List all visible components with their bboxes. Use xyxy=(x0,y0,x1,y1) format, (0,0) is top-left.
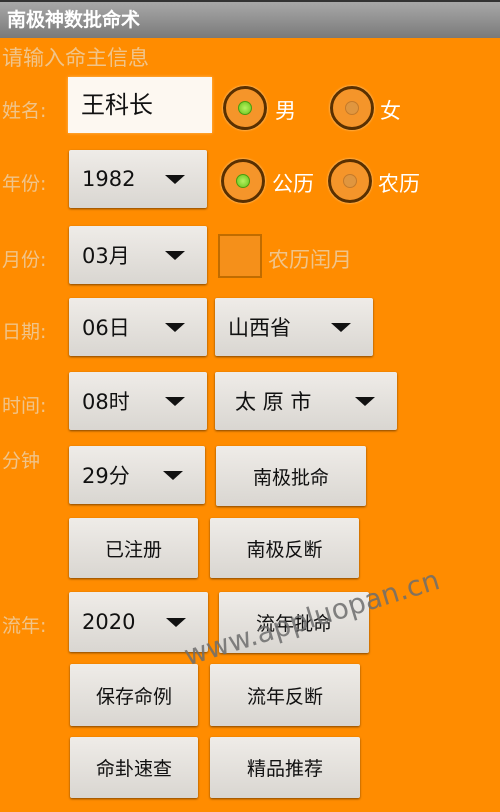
radio-solar[interactable] xyxy=(221,159,265,203)
year-spinner[interactable]: 1982 xyxy=(69,150,207,208)
name-input[interactable]: 王科长 xyxy=(68,77,212,133)
minute-label: 分钟 xyxy=(2,450,41,472)
radio-lunar[interactable] xyxy=(328,159,372,203)
year-value: 1982 xyxy=(82,167,136,191)
province-value: 山西省 xyxy=(228,316,291,340)
hour-spinner[interactable]: 08时 xyxy=(69,372,207,430)
month-spinner[interactable]: 03月 xyxy=(69,226,207,284)
dropdown-arrow-icon xyxy=(165,175,185,184)
dropdown-arrow-icon xyxy=(165,251,185,260)
radio-dot-icon xyxy=(238,101,252,115)
month-label: 月份: xyxy=(2,249,47,271)
dropdown-arrow-icon xyxy=(165,397,185,406)
minute-value: 29分 xyxy=(82,464,130,488)
liunian-value: 2020 xyxy=(82,610,136,634)
city-spinner[interactable]: 太 原 市 xyxy=(215,372,397,430)
dropdown-arrow-icon xyxy=(163,471,183,480)
province-spinner[interactable]: 山西省 xyxy=(215,298,373,356)
minggua-lookup-button[interactable]: 命卦速查 xyxy=(70,737,198,798)
liunian-fanduan-button[interactable]: 流年反断 xyxy=(210,664,360,726)
liunian-label: 流年: xyxy=(2,615,47,637)
dropdown-arrow-icon xyxy=(166,618,186,627)
day-spinner[interactable]: 06日 xyxy=(69,298,207,356)
day-value: 06日 xyxy=(82,316,130,340)
city-value: 太 原 市 xyxy=(235,390,312,414)
title-bar: 南极神数批命术 xyxy=(0,0,500,38)
month-value: 03月 xyxy=(82,244,130,268)
registered-button[interactable]: 已注册 xyxy=(69,518,198,578)
hour-value: 08时 xyxy=(82,390,130,414)
time-label: 时间: xyxy=(2,395,47,417)
name-label: 姓名: xyxy=(2,100,47,122)
radio-solar-label: 公历 xyxy=(272,172,314,196)
dropdown-arrow-icon xyxy=(331,323,351,332)
leap-month-checkbox[interactable] xyxy=(218,234,262,278)
radio-dot-icon xyxy=(236,174,250,188)
radio-dot-icon xyxy=(343,174,357,188)
day-label: 日期: xyxy=(2,321,47,343)
radio-female-label: 女 xyxy=(380,99,401,123)
leap-month-label: 农历闰月 xyxy=(268,248,352,272)
nanji-piming-button[interactable]: 南极批命 xyxy=(216,446,366,506)
year-label: 年份: xyxy=(2,173,47,195)
dropdown-arrow-icon xyxy=(165,323,185,332)
recommend-button[interactable]: 精品推荐 xyxy=(210,737,360,798)
radio-male[interactable] xyxy=(223,86,267,130)
radio-lunar-label: 农历 xyxy=(378,172,420,196)
radio-female[interactable] xyxy=(330,86,374,130)
minute-spinner[interactable]: 29分 xyxy=(69,446,205,504)
nanji-fanduan-button[interactable]: 南极反断 xyxy=(210,518,359,578)
radio-dot-icon xyxy=(345,101,359,115)
dropdown-arrow-icon xyxy=(355,397,375,406)
save-case-button[interactable]: 保存命例 xyxy=(70,664,198,726)
radio-male-label: 男 xyxy=(275,99,296,123)
prompt-text: 请输入命主信息 xyxy=(2,46,149,70)
